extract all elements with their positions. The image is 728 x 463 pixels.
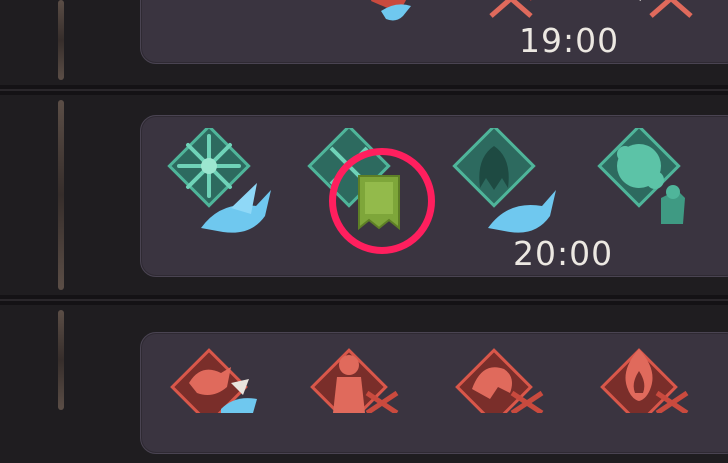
teal-beast-crest-dove-icon[interactable]: [446, 128, 566, 248]
timeline-rail: [58, 100, 64, 290]
timeline-rail: [58, 310, 64, 410]
schedule-row-19: 19:00: [140, 0, 728, 64]
red-flame-crest-crossed-swords-icon[interactable]: [591, 343, 711, 463]
red-crest-crossed-swords-icon[interactable]: [621, 0, 728, 91]
red-monk-crest-crossed-swords-icon[interactable]: [301, 343, 421, 463]
row-time: 20:00: [513, 234, 614, 273]
timeline-rail: [58, 0, 64, 80]
red-crest-dove-icon[interactable]: [341, 0, 461, 91]
red-mane-crest-crossed-swords-icon[interactable]: [446, 343, 566, 463]
highlight-ring: [329, 148, 435, 254]
teal-snowflake-crest-dove-icon[interactable]: [161, 128, 281, 248]
schedule-row-21: [140, 332, 728, 454]
row-time: 19:00: [519, 21, 620, 60]
row-divider: [0, 295, 728, 305]
red-beast-crest-dove-icon[interactable]: [161, 343, 281, 463]
teal-splatter-crest-knight-icon[interactable]: [591, 128, 711, 248]
